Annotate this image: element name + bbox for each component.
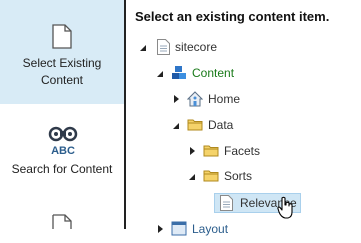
tree-node-label: Facets: [224, 144, 261, 158]
sidebar-divider: [124, 0, 126, 229]
tree-node-label: Content: [192, 66, 235, 80]
sidebar-item-search-for-content[interactable]: ABC Search for Content: [0, 122, 124, 182]
content-cubes-icon: [171, 65, 187, 86]
document-icon: [52, 214, 72, 234]
tree-collapsed-icon[interactable]: [155, 220, 165, 238]
tree-expanded-icon[interactable]: [138, 38, 148, 56]
tree-node-label: sitecore: [175, 40, 218, 54]
page-icon: [157, 39, 170, 60]
document-icon: [52, 24, 72, 54]
tree-expanded-icon[interactable]: [171, 116, 181, 134]
folder-icon: [203, 168, 219, 188]
sidebar-item-label: Search for Content: [11, 162, 113, 176]
tree-node-label: Sorts: [224, 169, 253, 183]
home-icon: [186, 91, 204, 112]
page-icon: [220, 195, 233, 216]
tree-node-label: Home: [208, 92, 241, 106]
page-title: Select an existing content item.: [135, 9, 330, 24]
binoculars-icon: ABC: [48, 126, 78, 163]
tree-node-label: Data: [208, 118, 234, 132]
layout-icon: [171, 221, 187, 242]
tree-expanded-icon[interactable]: [155, 64, 165, 82]
folder-icon: [187, 117, 203, 137]
tree-expanded-icon[interactable]: [187, 167, 197, 185]
sidebar-item-third[interactable]: [0, 214, 124, 229]
sidebar-item-select-existing-content[interactable]: Select Existing Content: [0, 0, 124, 104]
hand-cursor-icon: [277, 196, 295, 225]
svg-text:ABC: ABC: [51, 145, 75, 157]
tree-collapsed-icon[interactable]: [171, 90, 181, 108]
sidebar-item-label: Select Existing Content: [22, 56, 102, 87]
folder-icon: [203, 143, 219, 163]
sidebar: Select Existing Content ABC Search for C…: [0, 0, 124, 229]
tree-node-label: Layout: [192, 222, 229, 236]
tree-collapsed-icon[interactable]: [187, 142, 197, 160]
